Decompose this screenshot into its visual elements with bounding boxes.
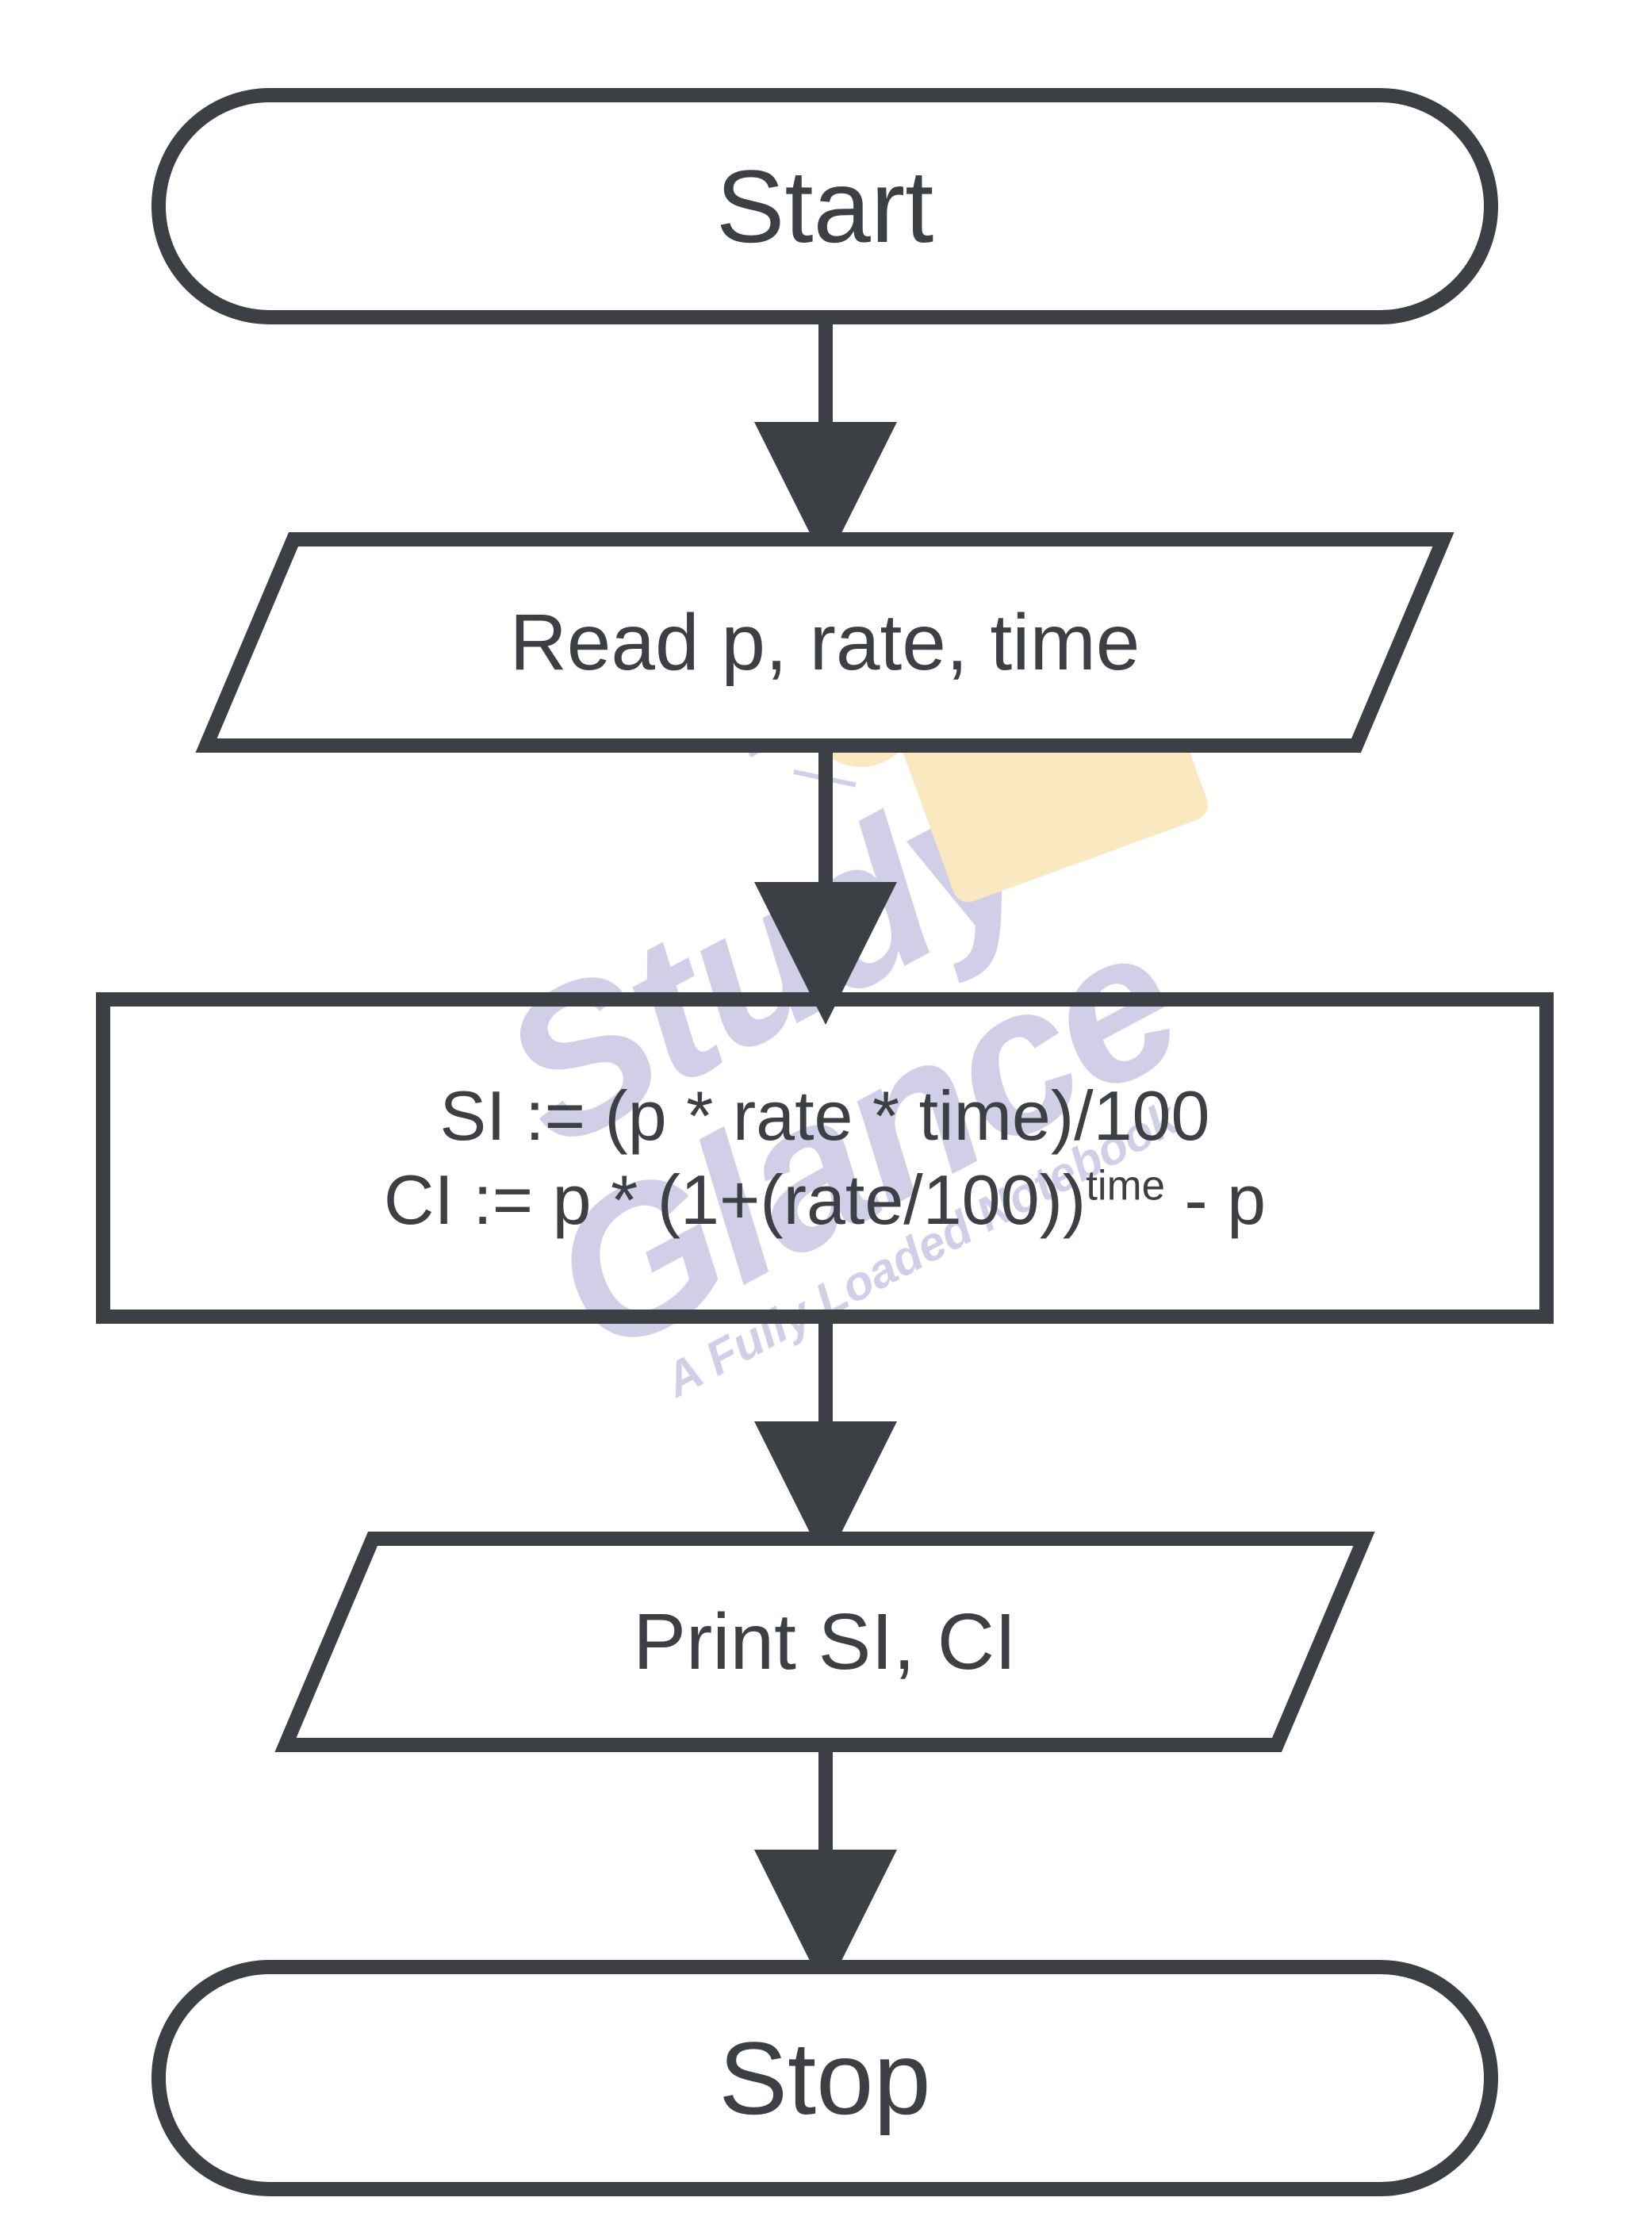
- process-label: SI := (p * rate * time)/100 CI := p * (1…: [95, 999, 1554, 1317]
- process-line2-post: - p: [1165, 1160, 1266, 1239]
- read-label: Read p, rate, time: [238, 539, 1412, 746]
- stop-label: Stop: [151, 1967, 1499, 2189]
- process-line1: SI := (p * rate * time)/100: [440, 1074, 1210, 1158]
- start-label: Start: [151, 95, 1499, 317]
- flowchart-canvas: Study Glance A Fully Loaded Notebook: [0, 0, 1652, 2228]
- process-line2-sup: time: [1086, 1163, 1165, 1210]
- process-line2-pre: CI := p * (1+(rate/100)): [384, 1160, 1086, 1239]
- print-label: Print SI, CI: [325, 1539, 1324, 1745]
- process-line2: CI := p * (1+(rate/100))time - p: [384, 1158, 1266, 1242]
